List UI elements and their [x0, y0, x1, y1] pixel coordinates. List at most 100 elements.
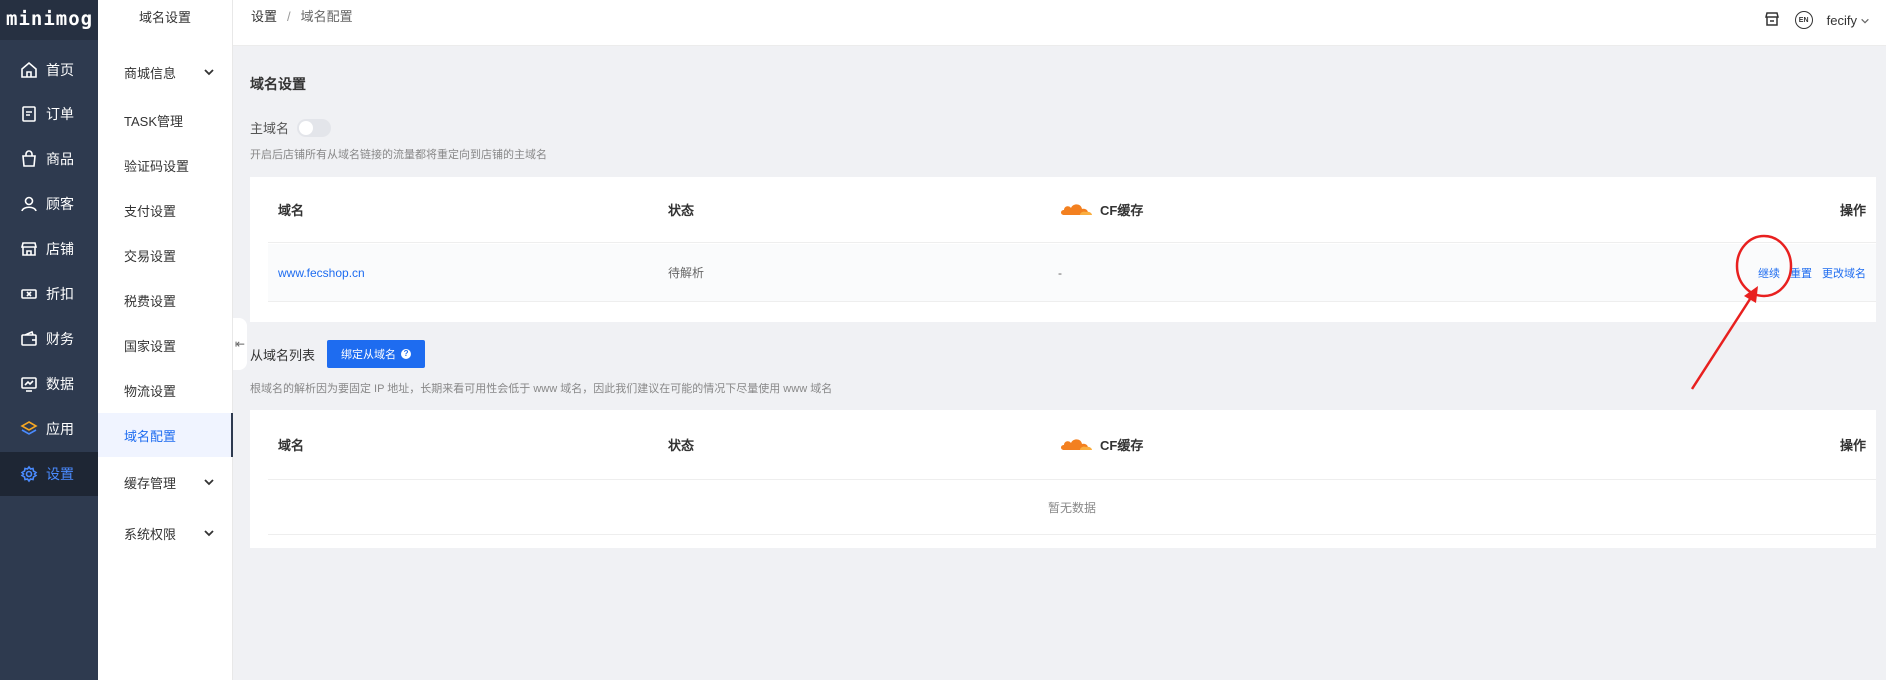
- section-title: 域名设置: [250, 76, 306, 92]
- chevron-down-icon: [1860, 14, 1872, 26]
- nav-item-label: 订单: [46, 106, 74, 122]
- nav-item-settings[interactable]: 设置: [0, 452, 98, 496]
- column-header-domain: 域名: [278, 203, 305, 218]
- nav-item-discounts[interactable]: 折扣: [0, 272, 98, 316]
- subnav-item-label: TASK管理: [124, 113, 183, 129]
- nav-item-label: 财务: [46, 331, 74, 347]
- column-header-ops: 操作: [1839, 203, 1866, 218]
- chart-icon: [20, 375, 38, 393]
- nav-item-finance[interactable]: 财务: [0, 317, 98, 361]
- column-header-ops: 操作: [1839, 438, 1866, 453]
- nav-item-label: 商品: [46, 151, 74, 167]
- cloudflare-icon: [1058, 199, 1094, 220]
- main-domain-toggle[interactable]: [297, 118, 332, 137]
- subnav-item-cache[interactable]: 缓存管理: [98, 460, 233, 504]
- wallet-icon: [20, 330, 38, 348]
- store-icon: [20, 240, 38, 258]
- subnav-item-tax[interactable]: 税费设置: [98, 278, 233, 322]
- collapse-sidebar-icon[interactable]: ⇤: [233, 318, 247, 370]
- column-header-status: 状态: [668, 203, 695, 218]
- ticket-icon: [20, 285, 38, 303]
- column-header-cf-cache: CF缓存: [1058, 434, 1143, 455]
- nav-item-label: 应用: [46, 421, 74, 437]
- column-header-cf-label: CF缓存: [1100, 203, 1144, 218]
- nav-item-label: 设置: [46, 466, 74, 482]
- table-header: 域名 状态 CF缓存 操作: [268, 177, 1876, 243]
- subnav-item-trade[interactable]: 交易设置: [98, 233, 233, 277]
- nav-item-orders[interactable]: 订单: [0, 92, 98, 136]
- language-icon[interactable]: EN: [1794, 11, 1813, 29]
- layers-icon: [20, 420, 38, 438]
- subnav-item-label: 交易设置: [124, 248, 177, 264]
- cf-cache-value: -: [1058, 265, 1062, 280]
- breadcrumb-current: 域名配置: [300, 9, 353, 24]
- table-header: 域名 状态 CF缓存 操作: [268, 410, 1876, 480]
- sub-domain-hint: 根域名的解析因为要固定 IP 地址，长期来看可用性会低于 www 域名，因此我们…: [250, 383, 833, 395]
- reset-button[interactable]: 重置: [1790, 265, 1812, 281]
- chevron-down-icon: [203, 66, 215, 78]
- subnav-item-label: 税费设置: [124, 293, 177, 309]
- column-header-cf-cache: CF缓存: [1058, 199, 1143, 220]
- user-name: fecify: [1826, 12, 1857, 28]
- subnav-item-label: 支付设置: [124, 203, 177, 219]
- nav-item-products[interactable]: 商品: [0, 137, 98, 181]
- subnav-item-captcha[interactable]: 验证码设置: [98, 143, 233, 187]
- subnav-item-payment[interactable]: 支付设置: [98, 188, 233, 232]
- breadcrumb-separator: /: [287, 9, 291, 24]
- domain-link[interactable]: www.fecshop.cn: [278, 266, 365, 280]
- breadcrumb: 设置 / 域名配置: [251, 6, 353, 25]
- subnav-item-permissions[interactable]: 系统权限: [98, 511, 233, 555]
- subnav-item-country[interactable]: 国家设置: [98, 323, 233, 367]
- user-menu[interactable]: fecify: [1827, 13, 1872, 28]
- main-domain-label: 主域名: [250, 121, 290, 136]
- nav-item-label: 店铺: [46, 241, 74, 257]
- bind-sub-domain-label: 绑定从域名: [341, 349, 397, 361]
- subnav-item-label: 域名配置: [124, 428, 177, 444]
- table-row: www.fecshop.cn 待解析 - 继续 重置 更改域名: [268, 244, 1876, 302]
- nav-item-store[interactable]: 店铺: [0, 227, 98, 271]
- chevron-down-icon: [203, 476, 215, 488]
- subnav-title: 域名设置: [138, 10, 191, 25]
- main-domain-hint: 开启后店铺所有从域名链接的流量都将重定向到店铺的主域名: [250, 149, 547, 161]
- subnav-item-domain[interactable]: 域名配置: [98, 413, 233, 457]
- top-header: 设置 / 域名配置 EN fecify: [233, 0, 1886, 46]
- bag-icon: [20, 150, 38, 168]
- nav-item-apps[interactable]: 应用: [0, 407, 98, 451]
- settings-subnav: 域名设置 商城信息 TASK管理 验证码设置 支付设置 交易设置 税费设置 国家…: [98, 0, 233, 680]
- subnav-item-shop-info[interactable]: 商城信息: [98, 50, 233, 94]
- sub-domain-list-label: 从域名列表: [250, 347, 316, 363]
- user-icon: [20, 195, 38, 213]
- subnav-item-label: 系统权限: [124, 526, 177, 542]
- main-sidebar: minimog 首页 订单 商品 顾客 店铺 折扣 财务 数据 应用 设置: [0, 0, 98, 680]
- nav-item-label: 数据: [46, 376, 74, 392]
- bind-sub-domain-button[interactable]: 绑定从域名 ?: [327, 340, 426, 368]
- sub-domain-table: 域名 状态 CF缓存 操作 暂无数据: [250, 410, 1876, 548]
- nav-item-label: 顾客: [46, 196, 74, 212]
- store-icon[interactable]: [1763, 10, 1781, 31]
- nav-item-label: 折扣: [46, 286, 74, 302]
- chevron-down-icon: [203, 527, 215, 539]
- subnav-item-logistics[interactable]: 物流设置: [98, 368, 233, 412]
- column-header-status: 状态: [668, 438, 695, 453]
- help-icon: ?: [401, 349, 412, 359]
- subnav-item-label: 缓存管理: [124, 475, 177, 491]
- subnav-item-label: 国家设置: [124, 338, 177, 354]
- column-header-cf-label: CF缓存: [1100, 438, 1144, 453]
- breadcrumb-root[interactable]: 设置: [251, 9, 277, 24]
- gear-icon: [20, 465, 38, 483]
- nav-item-data[interactable]: 数据: [0, 362, 98, 406]
- home-icon: [20, 61, 38, 79]
- continue-button[interactable]: 继续: [1758, 265, 1780, 281]
- nav-item-home[interactable]: 首页: [0, 48, 98, 92]
- subnav-item-task[interactable]: TASK管理: [98, 98, 233, 142]
- logo: minimog: [0, 0, 98, 40]
- column-header-domain: 域名: [278, 438, 305, 453]
- main-domain-table: 域名 状态 CF缓存 操作 www.fecshop.cn 待解析 - 继续 重置…: [250, 177, 1876, 322]
- change-domain-button[interactable]: 更改域名: [1822, 265, 1866, 281]
- subnav-item-label: 商城信息: [124, 65, 177, 81]
- empty-state: 暂无数据: [268, 481, 1876, 535]
- cloudflare-icon: [1058, 434, 1094, 455]
- status-text: 待解析: [668, 266, 705, 280]
- sub-domain-row: 从域名列表 绑定从域名 ?: [250, 340, 426, 368]
- nav-item-customers[interactable]: 顾客: [0, 182, 98, 226]
